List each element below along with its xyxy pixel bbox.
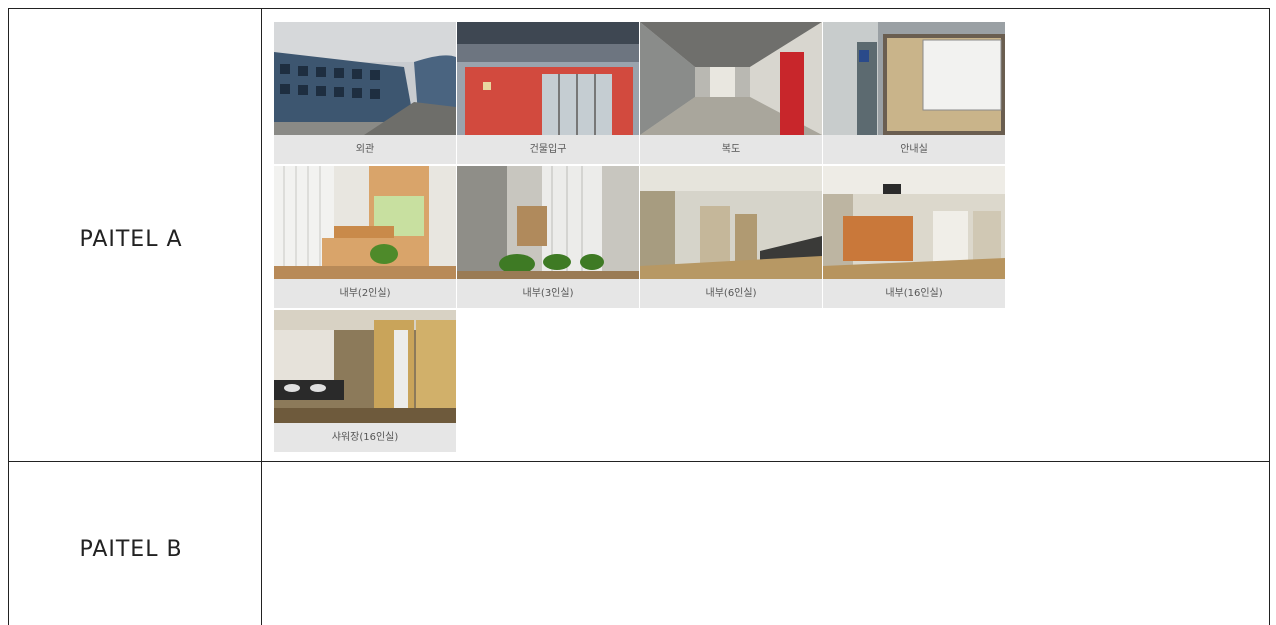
photo-triple-room[interactable]: 내부(3인실) xyxy=(457,166,639,308)
photo-caption: 건물입구 xyxy=(529,144,567,155)
photo-sixteen-room[interactable]: 내부(16인실) xyxy=(823,166,1005,308)
photo-info-room[interactable]: 안내실 xyxy=(823,22,1005,164)
row-label-paitel-b: PAITEL B xyxy=(79,537,183,562)
photo-corridor[interactable]: 복도 xyxy=(640,22,822,164)
row-label-paitel-a: PAITEL A xyxy=(79,227,183,252)
sixteen-person-room-photo xyxy=(823,166,1005,279)
six-person-room-photo xyxy=(640,166,822,279)
table-column-divider xyxy=(261,8,262,625)
shower-room-photo xyxy=(274,310,456,423)
photo-six-room[interactable]: 내부(6인실) xyxy=(640,166,822,308)
building-entrance-photo xyxy=(457,22,639,135)
dormitory-photo-table: PAITEL A PAITEL B 외관 건물입구 복도 안내실 내부(2인실)… xyxy=(0,0,1276,625)
photo-shower-room[interactable]: 샤워장(16인실) xyxy=(274,310,456,452)
double-room-photo xyxy=(274,166,456,279)
photo-double-room[interactable]: 내부(2인실) xyxy=(274,166,456,308)
table-top-border xyxy=(8,8,1270,9)
triple-room-photo xyxy=(457,166,639,279)
corridor-photo xyxy=(640,22,822,135)
photo-caption: 내부(2인실) xyxy=(339,288,391,299)
photo-entrance[interactable]: 건물입구 xyxy=(457,22,639,164)
photo-exterior[interactable]: 외관 xyxy=(274,22,456,164)
photo-caption: 내부(3인실) xyxy=(522,288,574,299)
table-right-border xyxy=(1269,8,1270,625)
photo-caption: 샤워장(16인실) xyxy=(331,432,399,443)
building-exterior-photo xyxy=(274,22,456,135)
information-room-photo xyxy=(823,22,1005,135)
photo-caption: 안내실 xyxy=(900,144,928,155)
photo-caption: 복도 xyxy=(721,144,741,155)
table-row-divider xyxy=(8,461,1270,462)
table-left-border xyxy=(8,8,9,625)
photo-caption: 내부(6인실) xyxy=(705,288,757,299)
photo-caption: 내부(16인실) xyxy=(885,288,943,299)
photo-caption: 외관 xyxy=(355,144,375,155)
